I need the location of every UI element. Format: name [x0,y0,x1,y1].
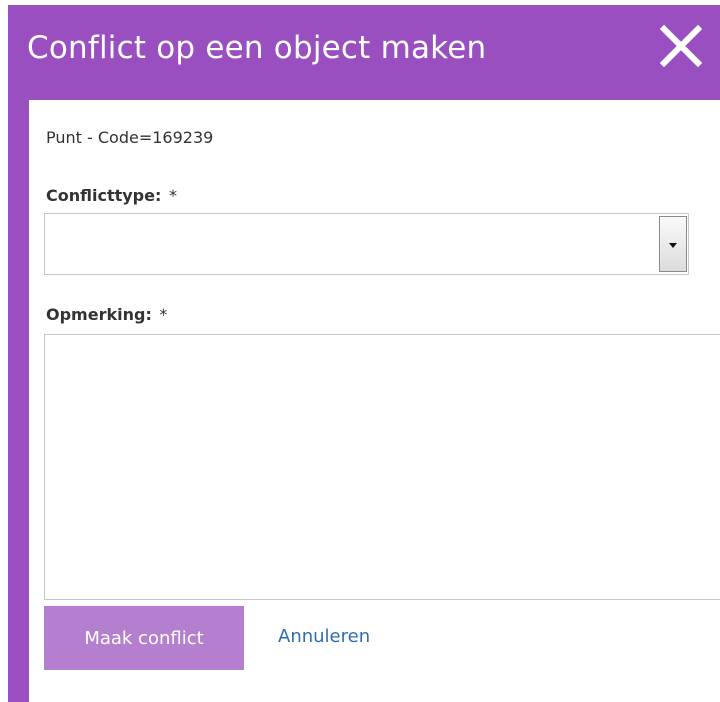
remark-label: Opmerking: * [46,305,167,324]
conflict-type-label: Conflicttype: * [46,186,177,205]
chevron-down-icon [669,243,677,248]
close-icon [659,24,703,68]
remark-label-text: Opmerking: [46,305,152,324]
dropdown-button[interactable] [659,216,687,272]
required-asterisk: * [159,305,168,324]
screen: Conflict op een object maken Punt - Code… [8,0,720,702]
create-conflict-button[interactable]: Maak conflict [44,606,244,670]
object-identifier: Punt - Code=169239 [46,128,214,147]
remark-textarea[interactable] [44,334,720,600]
dialog-title: Conflict op een object maken [27,30,487,66]
close-button[interactable] [656,21,706,71]
conflict-type-label-text: Conflicttype: [46,186,162,205]
cancel-link[interactable]: Annuleren [278,626,370,647]
conflict-type-select[interactable] [44,213,689,275]
dialog-body: Punt - Code=169239 Conflicttype: * Opmer… [29,100,720,702]
dialog-header: Conflict op een object maken [8,5,720,100]
conflict-dialog: Conflict op een object maken Punt - Code… [8,5,720,702]
required-asterisk: * [168,186,177,205]
